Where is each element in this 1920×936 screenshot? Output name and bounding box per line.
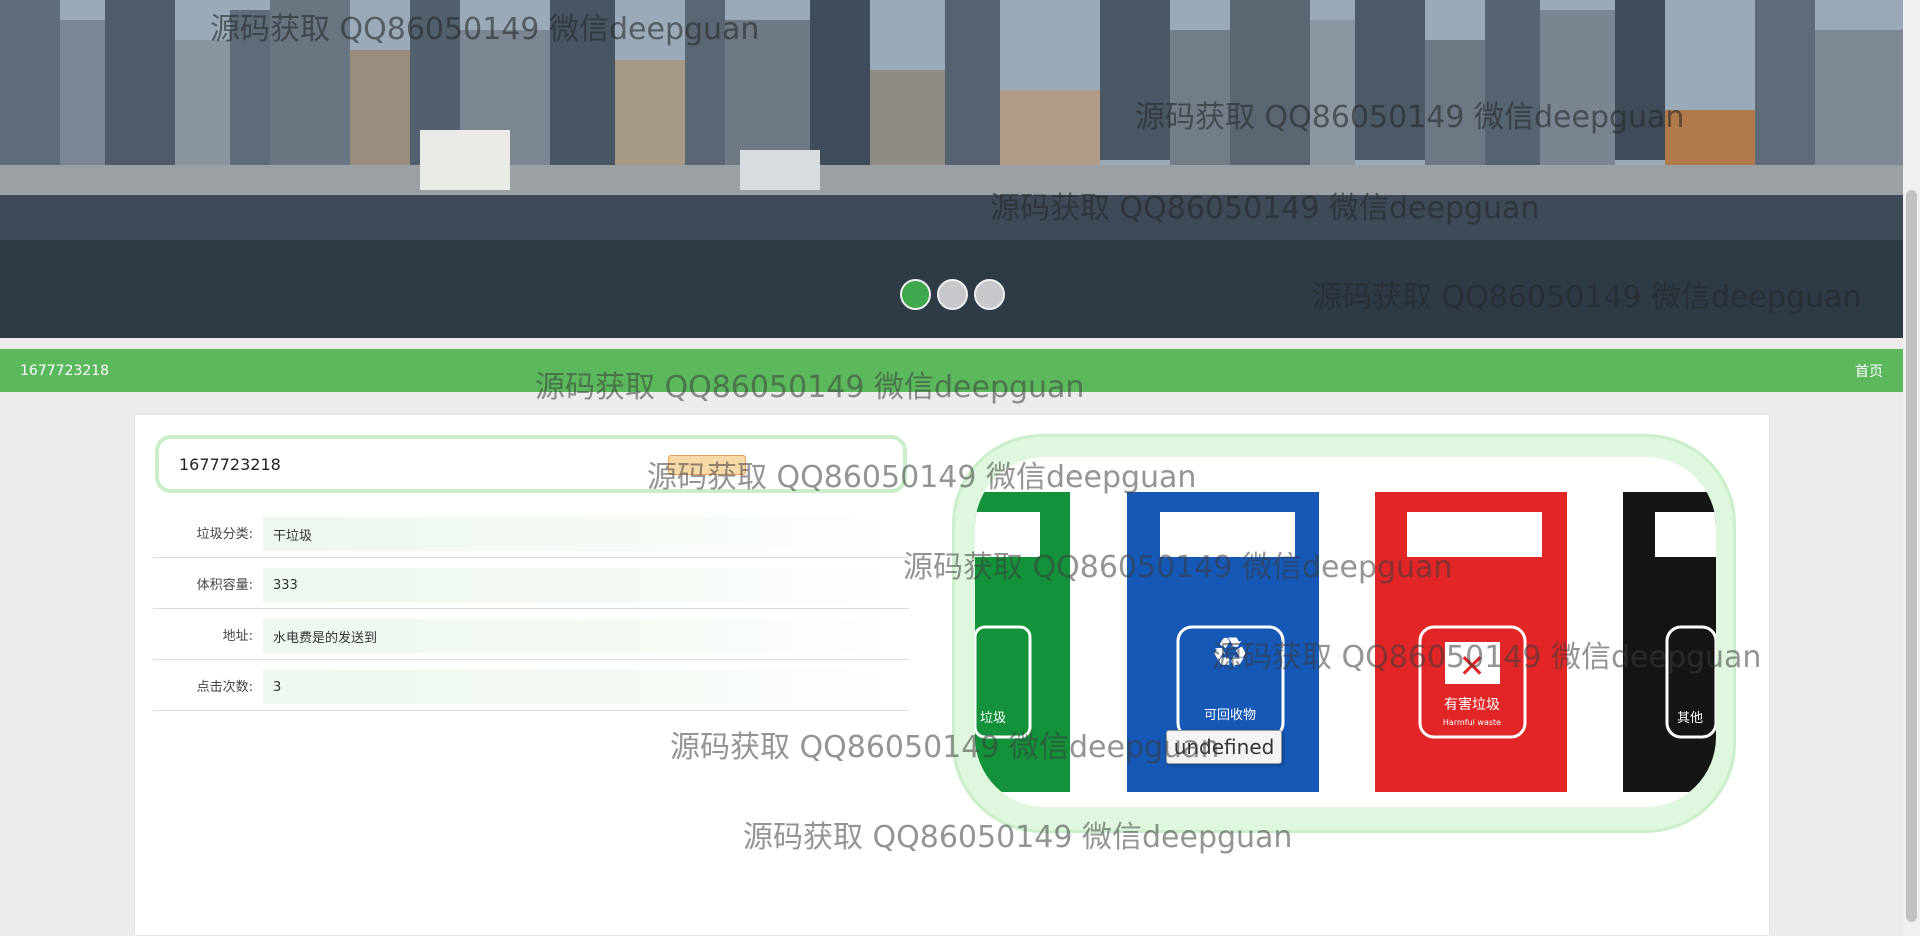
other-bin-icon: 其他 (1623, 492, 1716, 792)
field-label: 点击次数: (196, 679, 253, 695)
page-title: 1677723218 (20, 362, 110, 379)
field-value: 3 (263, 670, 909, 704)
favorite-button[interactable] (668, 455, 746, 475)
field-label: 地址: (222, 628, 253, 644)
field-row: 点击次数: 3 (153, 660, 909, 711)
svg-text:其他: 其他 (1677, 711, 1703, 726)
home-link[interactable]: 首页 (1855, 361, 1883, 381)
vertical-scrollbar[interactable] (1903, 0, 1920, 936)
svg-text:有害垃圾: 有害垃圾 (1444, 697, 1500, 713)
scrollbar-thumb[interactable] (1906, 190, 1917, 922)
field-row: 垃圾分类: 干垃圾 (153, 507, 909, 558)
harmful-bin-icon: ✕ 有害垃圾 Harmful waste (1375, 492, 1567, 792)
field-row: 体积容量: 333 (153, 558, 909, 609)
carousel-dot-2[interactable] (937, 279, 968, 310)
carousel-dots (900, 279, 1005, 310)
svg-text:垃圾: 垃圾 (980, 711, 1006, 726)
green-bin-icon: 垃圾 (975, 492, 1070, 792)
title-bar: 1677723218 首页 (0, 349, 1903, 392)
carousel-dot-1[interactable] (900, 279, 931, 310)
field-value: 333 (263, 568, 909, 602)
image-tooltip: undefined (1166, 730, 1282, 764)
item-name-box: 1677723218 (155, 435, 907, 493)
field-value: 水电费是的发送到 (263, 619, 909, 653)
field-value: 干垃圾 (263, 517, 909, 551)
item-name: 1677723218 (179, 454, 281, 474)
field-label: 垃圾分类: (196, 526, 253, 542)
product-image-frame: 垃圾 ♻ 可回收物 ✕ 有害垃圾 Harmful waste 其他 (952, 434, 1736, 833)
svg-text:Harmful waste: Harmful waste (1443, 718, 1501, 727)
product-image: 垃圾 ♻ 可回收物 ✕ 有害垃圾 Harmful waste 其他 (975, 457, 1716, 807)
svg-text:♻: ♻ (1211, 628, 1249, 677)
banner-carousel[interactable] (0, 0, 1903, 338)
field-label: 体积容量: (196, 577, 253, 593)
carousel-dot-3[interactable] (974, 279, 1005, 310)
svg-text:✕: ✕ (1459, 647, 1486, 685)
field-row: 地址: 水电费是的发送到 (153, 609, 909, 660)
svg-text:可回收物: 可回收物 (1204, 708, 1256, 723)
detail-fields: 垃圾分类: 干垃圾 体积容量: 333 地址: 水电费是的发送到 点击次数: 3 (153, 507, 909, 711)
